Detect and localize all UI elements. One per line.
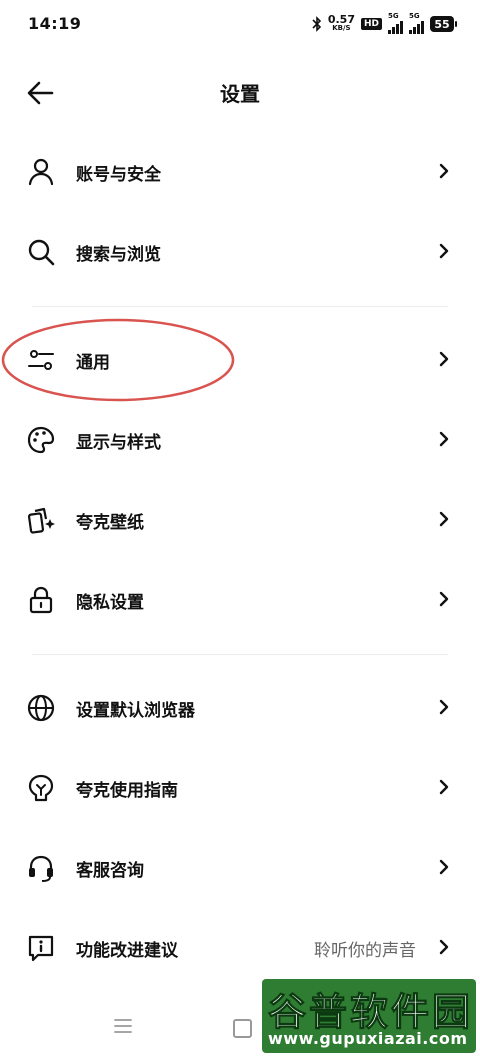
settings-item-privacy[interactable]: 隐私设置 [0, 570, 480, 630]
section-divider [32, 654, 448, 655]
network-speed: 0.57 KB/S [327, 13, 355, 32]
chevron-right-icon [439, 859, 449, 875]
guide-bulb-icon [28, 774, 54, 802]
settings-item-label: 显示与样式 [76, 433, 161, 453]
chevron-right-icon [439, 243, 449, 259]
settings-item-display-style[interactable]: 显示与样式 [0, 410, 480, 470]
signal-sim2-icon: 5G [409, 12, 424, 34]
settings-item-label: 设置默认浏览器 [76, 701, 195, 721]
page-title: 设置 [220, 82, 260, 106]
settings-item-label: 隐私设置 [76, 593, 144, 613]
status-time: 14:19 [28, 14, 82, 33]
settings-item-label: 客服咨询 [76, 861, 144, 881]
user-icon [28, 158, 54, 186]
battery-icon: 55 [430, 16, 457, 32]
search-icon [28, 239, 55, 266]
settings-item-user-guide[interactable]: 夸克使用指南 [0, 758, 480, 818]
watermark-url: www.gupuxiazai.com [268, 1029, 468, 1048]
nav-home-icon[interactable] [233, 1019, 252, 1038]
chevron-right-icon [439, 939, 449, 955]
feedback-icon [28, 935, 54, 962]
settings-item-label: 账号与安全 [76, 165, 161, 185]
settings-item-label: 搜索与浏览 [76, 245, 161, 265]
lock-icon [29, 586, 53, 614]
settings-item-quark-wallpaper[interactable]: 夸克壁纸 [0, 490, 480, 550]
settings-item-search-browse[interactable]: 搜索与浏览 [0, 222, 480, 282]
chevron-right-icon [439, 699, 449, 715]
status-bar: 14:19 0.57 KB/S HD 5G 5G 55 [0, 0, 480, 44]
header: 设置 [0, 60, 480, 126]
settings-item-default-browser[interactable]: 设置默认浏览器 [0, 678, 480, 738]
globe-icon [27, 694, 55, 722]
battery-level: 55 [434, 17, 450, 31]
watermark-title: 谷普软件园 [267, 990, 474, 1035]
chevron-right-icon [439, 351, 449, 367]
hd-badge: HD [360, 18, 382, 30]
settings-item-label: 夸克壁纸 [76, 513, 144, 533]
bluetooth-icon [312, 16, 321, 32]
nav-menu-icon[interactable] [112, 1016, 134, 1036]
wallpaper-icon [27, 507, 55, 534]
sliders-icon [28, 350, 54, 370]
signal-sim1-icon: 5G [388, 12, 403, 34]
status-icons: 0.57 KB/S HD 5G 5G 55 [312, 12, 457, 35]
settings-item-label: 功能改进建议 [76, 941, 178, 961]
chevron-right-icon [439, 779, 449, 795]
chevron-right-icon [439, 431, 449, 447]
section-divider [32, 306, 448, 307]
settings-item-label: 夸克使用指南 [76, 781, 178, 801]
headset-icon [29, 855, 53, 882]
palette-icon [27, 426, 55, 454]
settings-item-customer-service[interactable]: 客服咨询 [0, 838, 480, 898]
watermark-logo: 谷普软件园 www.gupuxiazai.com [262, 979, 476, 1053]
chevron-right-icon [439, 511, 449, 527]
feedback-hint: 聆听你的声音 [314, 941, 416, 961]
chevron-right-icon [439, 163, 449, 179]
settings-item-label: 通用 [76, 353, 110, 373]
chevron-right-icon [439, 591, 449, 607]
settings-item-general[interactable]: 通用 [0, 330, 480, 390]
settings-item-feedback[interactable]: 功能改进建议 聆听你的声音 [0, 918, 480, 978]
settings-item-account-security[interactable]: 账号与安全 [0, 142, 480, 202]
